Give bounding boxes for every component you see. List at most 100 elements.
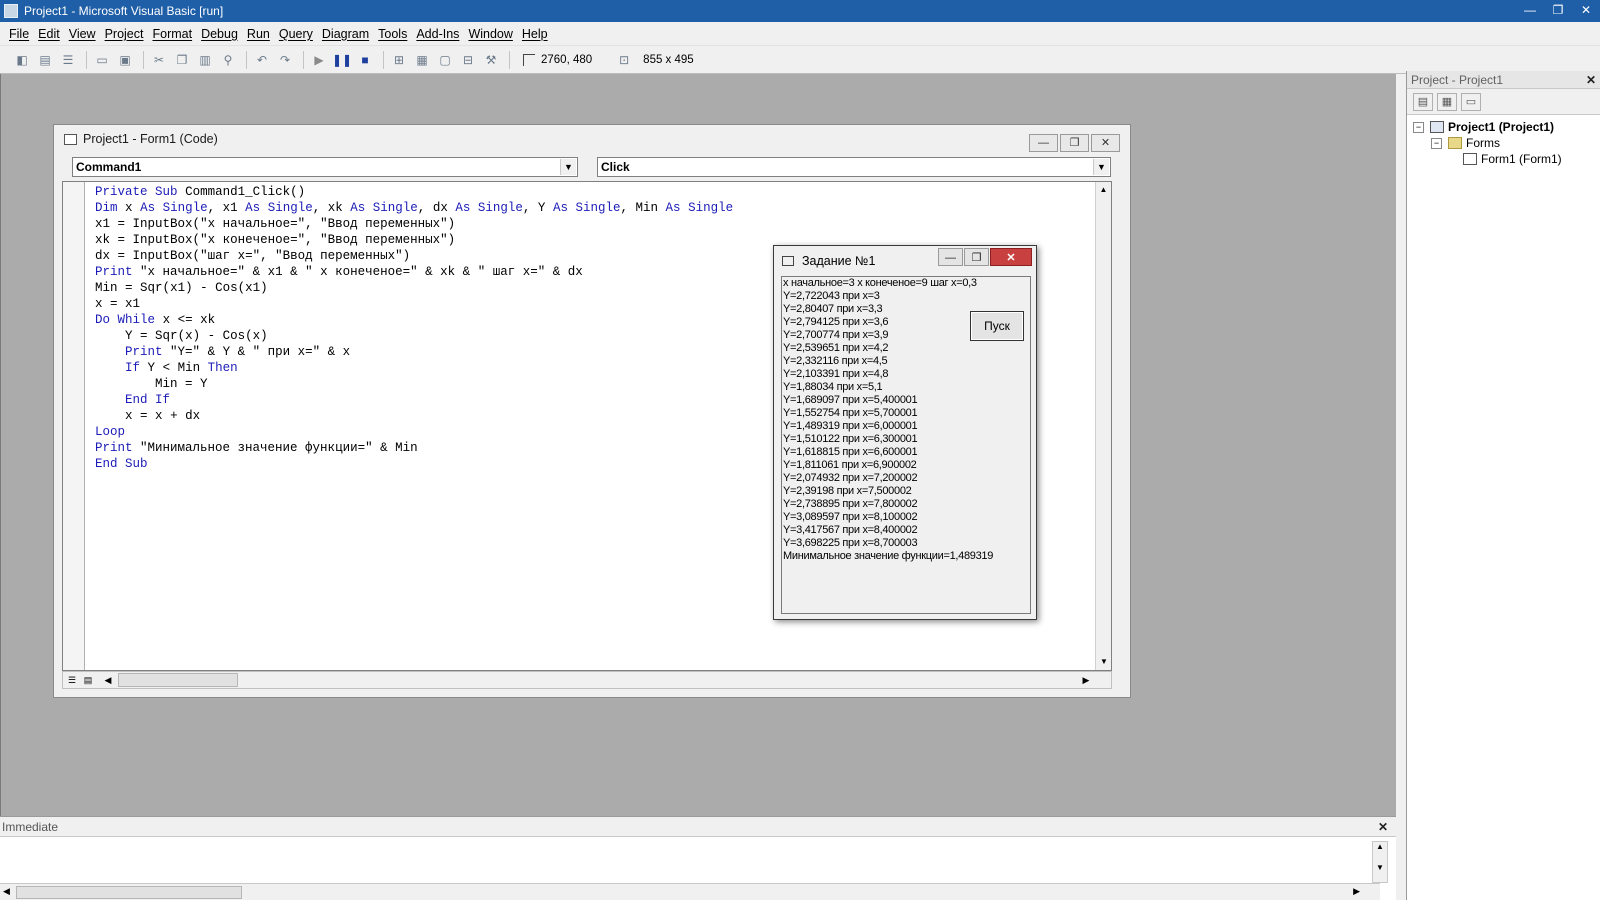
chevron-down-icon[interactable]: ▼ — [560, 159, 576, 175]
add-project-icon[interactable]: ◧ — [12, 50, 32, 70]
scroll-left-icon[interactable]: ◀ — [101, 673, 115, 687]
chevron-down-icon[interactable]: ▼ — [1093, 159, 1109, 175]
tree-node-form1[interactable]: Form1 (Form1) — [1413, 151, 1600, 167]
code-line[interactable]: Private Sub Command1_Click() — [95, 184, 733, 200]
close-icon[interactable]: ✕ — [1378, 817, 1388, 837]
menu-diagram[interactable]: Diagram — [319, 27, 375, 41]
tree-node-forms[interactable]: − Forms — [1413, 135, 1600, 151]
minimize-button[interactable]: — — [1029, 134, 1058, 152]
code-line[interactable]: x1 = InputBox("x начальное=", "Ввод пере… — [95, 216, 733, 232]
start-button[interactable]: Пуск — [970, 311, 1024, 341]
undo-icon[interactable]: ↶ — [252, 50, 272, 70]
scroll-up-icon[interactable]: ▲ — [1373, 842, 1387, 851]
code-window-titlebar: Project1 - Form1 (Code) — [54, 125, 1130, 153]
open-icon[interactable]: ▭ — [92, 50, 112, 70]
procedure-view-icon[interactable]: ☰ — [65, 673, 79, 687]
code-line[interactable]: Print "Минимальное значение функции=" & … — [95, 440, 733, 456]
menu-run[interactable]: Run — [244, 27, 276, 41]
horizontal-scroll-thumb[interactable] — [16, 886, 242, 899]
menu-add-ins[interactable]: Add-Ins — [413, 27, 465, 41]
output-line: Y=3,089597 при x=8,100002 — [783, 511, 918, 523]
menu-format[interactable]: Format — [149, 27, 198, 41]
code-line[interactable]: xk = InputBox("x конеченое=", "Ввод пере… — [95, 232, 733, 248]
maximize-button[interactable]: ❐ — [964, 248, 989, 266]
scroll-up-icon[interactable]: ▲ — [1096, 182, 1111, 198]
add-form-icon[interactable]: ▤ — [35, 50, 55, 70]
code-text[interactable]: Private Sub Command1_Click() Dim x As Sin… — [95, 184, 733, 472]
object-combo[interactable]: Command1 ▼ — [72, 157, 578, 177]
code-line[interactable]: Print "x начальное=" & x1 & " x конечено… — [95, 264, 733, 280]
code-line[interactable]: Min = Sqr(x1) - Cos(x1) — [95, 280, 733, 296]
code-line[interactable]: x = x + dx — [95, 408, 733, 424]
collapse-icon[interactable]: − — [1413, 121, 1424, 133]
toolbox-icon[interactable]: ⚒ — [481, 50, 501, 70]
procedure-combo[interactable]: Click ▼ — [597, 157, 1111, 177]
menu-editor-icon[interactable]: ☰ — [58, 50, 78, 70]
menu-window[interactable]: Window — [465, 27, 518, 41]
code-line[interactable]: Min = Y — [95, 376, 733, 392]
output-line: Y=2,332116 при x=4,5 — [783, 355, 888, 367]
window-controls: — ❐ ✕ — [1516, 0, 1600, 22]
code-line[interactable]: Dim x As Single, x1 As Single, xk As Sin… — [95, 200, 733, 216]
code-line[interactable]: Print "Y=" & Y & " при x=" & x — [95, 344, 733, 360]
project-explorer-toolbar: ▤ ▦ ▭ — [1407, 89, 1600, 115]
code-line[interactable]: If Y < Min Then — [95, 360, 733, 376]
menu-edit[interactable]: Edit — [35, 27, 66, 41]
scroll-right-icon[interactable]: ▶ — [1079, 673, 1093, 687]
menu-file[interactable]: File — [6, 27, 35, 41]
menu-tools[interactable]: Tools — [375, 27, 413, 41]
object-browser-icon[interactable]: ⊟ — [458, 50, 478, 70]
form-window-controls: — ❐ ✕ — [937, 248, 1032, 266]
margin-indicator-bar[interactable] — [63, 182, 85, 670]
scroll-left-icon[interactable]: ◀ — [3, 886, 10, 897]
close-icon[interactable]: ✕ — [1586, 71, 1596, 89]
end-icon[interactable]: ■ — [355, 50, 375, 70]
full-module-view-icon[interactable]: ▤ — [81, 673, 95, 687]
code-line[interactable]: x = x1 — [95, 296, 733, 312]
save-icon[interactable]: ▣ — [115, 50, 135, 70]
restore-button[interactable]: ❐ — [1544, 0, 1572, 20]
menu-help[interactable]: Help — [519, 27, 554, 41]
output-line: Y=2,738895 при x=7,800002 — [783, 498, 918, 510]
view-code-icon[interactable]: ▤ — [1413, 92, 1433, 111]
toggle-folders-icon[interactable]: ▭ — [1461, 92, 1481, 111]
redo-icon[interactable]: ↷ — [275, 50, 295, 70]
vertical-scrollbar[interactable]: ▲ ▼ — [1372, 841, 1388, 883]
close-button[interactable]: ✕ — [990, 248, 1032, 266]
form-layout-icon[interactable]: ▢ — [435, 50, 455, 70]
copy-icon[interactable]: ❐ — [172, 50, 192, 70]
view-object-icon[interactable]: ▦ — [1437, 92, 1457, 111]
code-line[interactable]: End If — [95, 392, 733, 408]
menu-project[interactable]: Project — [102, 27, 150, 41]
code-line[interactable]: End Sub — [95, 456, 733, 472]
close-button[interactable]: ✕ — [1091, 134, 1120, 152]
code-line[interactable]: Y = Sqr(x) - Cos(x) — [95, 328, 733, 344]
menu-query[interactable]: Query — [276, 27, 319, 41]
minimize-button[interactable]: — — [1516, 0, 1544, 20]
minimize-button[interactable]: — — [938, 248, 963, 266]
collapse-icon[interactable]: − — [1431, 137, 1442, 149]
maximize-button[interactable]: ❐ — [1060, 134, 1089, 152]
code-line[interactable]: Loop — [95, 424, 733, 440]
start-icon[interactable]: ▶ — [309, 50, 329, 70]
form-icon — [1463, 153, 1477, 165]
menu-view[interactable]: View — [66, 27, 102, 41]
project-explorer-icon[interactable]: ⊞ — [389, 50, 409, 70]
tree-node-project[interactable]: − Project1 (Project1) — [1413, 119, 1600, 135]
menu-debug[interactable]: Debug — [198, 27, 244, 41]
find-icon[interactable]: ⚲ — [218, 50, 238, 70]
break-icon[interactable]: ❚❚ — [332, 50, 352, 70]
code-line[interactable]: Do While x <= xk — [95, 312, 733, 328]
close-button[interactable]: ✕ — [1572, 0, 1600, 20]
scroll-right-icon[interactable]: ▶ — [1353, 886, 1360, 897]
horizontal-scrollbar[interactable]: ◀ ▶ — [0, 883, 1380, 900]
scroll-down-icon[interactable]: ▼ — [1096, 654, 1112, 670]
vertical-scrollbar[interactable]: ▲ ▼ — [1095, 182, 1111, 670]
properties-window-icon[interactable]: ▦ — [412, 50, 432, 70]
form-window-title: Задание №1 — [802, 254, 876, 268]
scroll-down-icon[interactable]: ▼ — [1373, 863, 1387, 872]
paste-icon[interactable]: ▥ — [195, 50, 215, 70]
cut-icon[interactable]: ✂ — [149, 50, 169, 70]
code-line[interactable]: dx = InputBox("шаг x=", "Ввод переменных… — [95, 248, 733, 264]
horizontal-scroll-thumb[interactable] — [118, 673, 238, 687]
